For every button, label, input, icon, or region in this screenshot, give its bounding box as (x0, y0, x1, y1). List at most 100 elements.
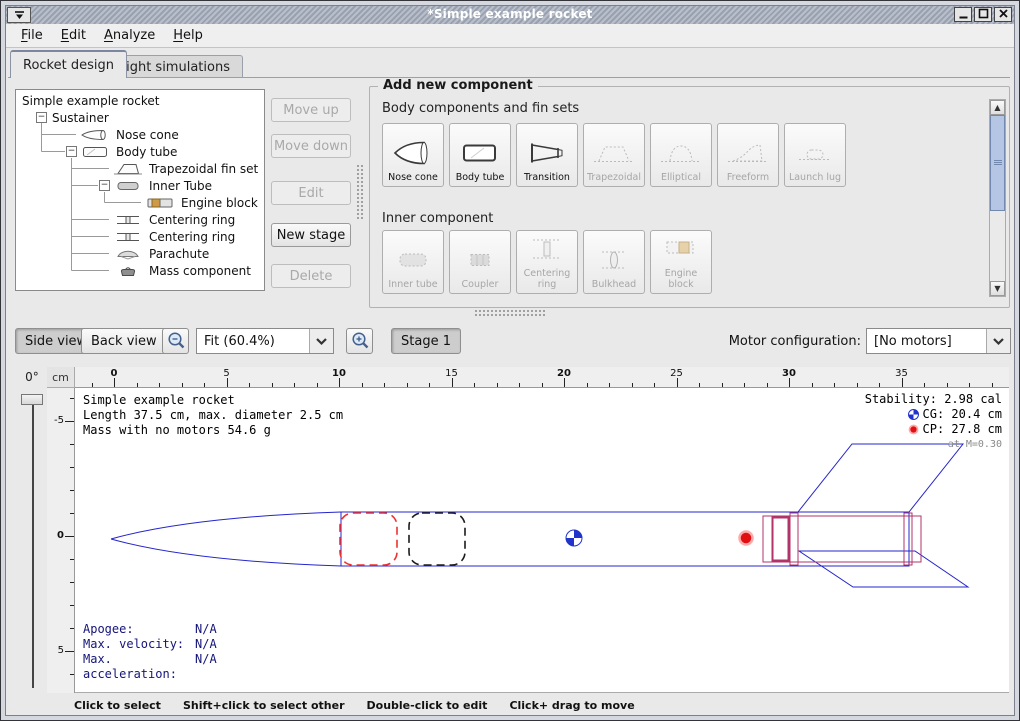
tree-item-centering-ring[interactable]: Centering ring (16, 211, 264, 228)
add-bulkhead-button: Bulkhead (583, 230, 645, 294)
inner-tube-outline[interactable] (763, 516, 921, 562)
tree-item-engine-block[interactable]: Engine block (16, 194, 264, 211)
status-hints: Click to selectShift+click to select oth… (74, 699, 657, 712)
menu-analyze[interactable]: Analyze (95, 25, 164, 46)
mach-label: at M=0.30 (865, 437, 1002, 452)
nose-cone-outline[interactable] (111, 512, 341, 566)
rotation-slider-track (32, 400, 34, 688)
stability-info: Stability: 2.98 cal CG: 20.4 cm CP: 27.8… (865, 392, 1002, 452)
centering-ring-2-outline[interactable] (904, 513, 912, 565)
stage-1-toggle[interactable]: Stage 1 (391, 328, 461, 354)
tab-panel-border (8, 77, 1010, 78)
cp-legend-icon (908, 424, 919, 435)
add-coupler-button: Coupler (449, 230, 511, 294)
tree-item-parachute[interactable]: Parachute (16, 245, 264, 262)
add-body-tube-button[interactable]: Body tube (449, 123, 511, 187)
tree-expander[interactable]: − (66, 146, 77, 157)
window-controls (954, 7, 1012, 22)
centering-ring-1-outline[interactable] (790, 513, 798, 565)
hint: Click+ drag to move (509, 699, 634, 712)
tree-item-inner-tube[interactable]: −Inner Tube (16, 177, 264, 194)
component-tree[interactable]: Simple example rocket−SustainerNose cone… (15, 89, 265, 291)
vertical-splitter[interactable] (356, 164, 364, 220)
tree-item-trapezoidal-fin-set[interactable]: Trapezoidal fin set (16, 160, 264, 177)
zoom-in-button[interactable] (346, 328, 373, 354)
bodytube-icon (458, 133, 502, 173)
menu-edit[interactable]: Edit (52, 25, 95, 46)
new-stage-button[interactable]: New stage (271, 223, 351, 247)
tab-rocket-design[interactable]: Rocket design (10, 50, 127, 78)
close-icon (997, 5, 1010, 24)
magnifier-plus-icon (349, 330, 371, 352)
minimize-button[interactable] (954, 7, 972, 22)
info-line: Mass with no motors 54.6 g (83, 423, 343, 438)
cp-value: CP: 27.8 cm (923, 422, 1002, 437)
tree-item-centering-ring[interactable]: Centering ring (16, 228, 264, 245)
rotation-slider-handle[interactable] (21, 394, 43, 405)
chevron-down-icon (309, 329, 333, 353)
rocket-info-text: Simple example rocketLength 37.5 cm, max… (83, 393, 343, 438)
nosecone-icon (391, 133, 435, 173)
flight-stat: Max. velocity:N/A (83, 637, 217, 652)
menu-bar: FileEditAnalyzeHelp (6, 24, 1014, 48)
scroll-down-arrow[interactable]: ▼ (990, 281, 1005, 296)
add-freeform-button: Freeform (717, 123, 779, 187)
group-title: Add new component (378, 78, 538, 93)
scroll-up-arrow[interactable]: ▲ (990, 100, 1005, 115)
rocket-canvas[interactable]: Simple example rocketLength 37.5 cm, max… (75, 388, 1009, 693)
centeringring-icon (113, 213, 143, 227)
finfreeform-icon (726, 133, 770, 173)
scrollbar-thumb[interactable] (990, 115, 1005, 211)
bodytube-icon (80, 145, 110, 159)
maximize-icon (977, 5, 990, 24)
stability-value: Stability: 2.98 cal (865, 392, 1002, 407)
add-transition-button[interactable]: Transition (516, 123, 578, 187)
add-elliptical-button: Elliptical (650, 123, 712, 187)
innertube2-icon (391, 240, 435, 280)
nosecone-icon (80, 128, 110, 142)
move-down-button: Move down (271, 134, 351, 158)
component-scrollbar[interactable]: ▲ ▼ (989, 99, 1006, 297)
parachute-icon (113, 247, 143, 261)
body-tube-outline[interactable] (341, 512, 909, 566)
close-button[interactable] (994, 7, 1012, 22)
menu-file[interactable]: File (12, 25, 52, 46)
window-content: *Simple example rocket FileEditAnalyzeHe… (5, 5, 1015, 716)
flight-stat: Max. acceleration:N/A (83, 652, 217, 682)
fin-top[interactable] (798, 444, 963, 512)
cg-marker (566, 530, 582, 546)
magnifier-minus-icon (165, 330, 187, 352)
tree-item-mass-component[interactable]: Mass component (16, 262, 264, 279)
motor-configuration-label: Motor configuration: (696, 334, 861, 349)
horizontal-ruler: 05101520253035 (75, 367, 1009, 388)
fin-bottom[interactable] (799, 551, 968, 587)
tree-item-sustainer[interactable]: −Sustainer (16, 109, 264, 126)
centeringring2-icon (525, 229, 569, 269)
hint: Shift+click to select other (183, 699, 345, 712)
mass-icon (113, 264, 143, 278)
tree-item-body-tube[interactable]: −Body tube (16, 143, 264, 160)
cg-legend-icon (908, 409, 919, 420)
tree-expander[interactable]: − (36, 112, 47, 123)
tree-item-simple-example-rocket[interactable]: Simple example rocket (16, 92, 264, 109)
motor-configuration-select[interactable]: [No motors] (866, 328, 1011, 354)
zoom-select[interactable]: Fit (60.4%) (196, 328, 334, 354)
maximize-button[interactable] (974, 7, 992, 22)
add-component-group: Add new component Body components and fi… (369, 86, 1010, 308)
parachute-outline[interactable] (340, 513, 397, 565)
zoom-out-button[interactable] (162, 328, 189, 354)
tree-item-nose-cone[interactable]: Nose cone (16, 126, 264, 143)
title-bar[interactable]: *Simple example rocket (6, 6, 1014, 25)
horizontal-splitter[interactable] (474, 309, 546, 318)
chevron-down-icon (986, 329, 1010, 353)
launchlug-icon (793, 133, 837, 173)
add-nose-cone-button[interactable]: Nose cone (382, 123, 444, 187)
tree-expander[interactable]: − (99, 180, 110, 191)
info-line: Simple example rocket (83, 393, 343, 408)
mass-component-outline[interactable] (409, 513, 465, 565)
engine-block-outline[interactable] (773, 518, 789, 561)
menu-help[interactable]: Help (164, 25, 212, 46)
flight-data: Apogee:N/AMax. velocity:N/AMax. accelera… (83, 622, 217, 682)
cg-value: CG: 20.4 cm (923, 407, 1002, 422)
back-view-button[interactable]: Back view (81, 328, 167, 354)
